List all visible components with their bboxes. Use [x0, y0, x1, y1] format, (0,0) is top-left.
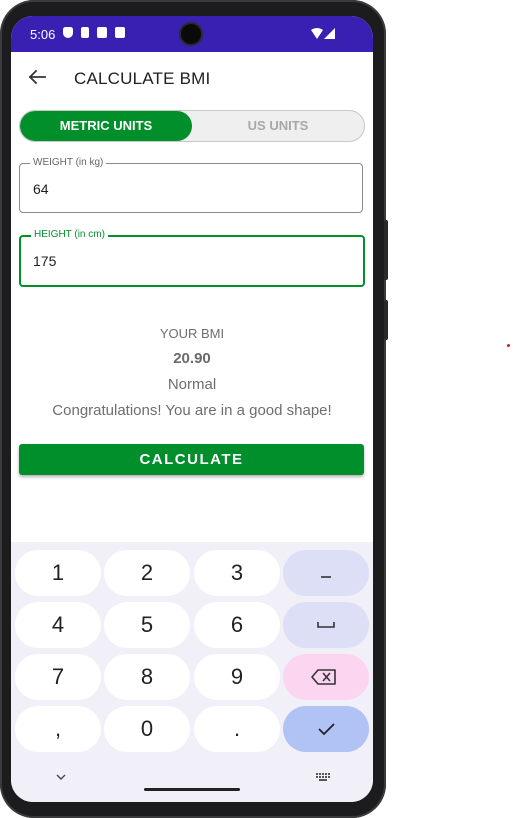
key-8[interactable]: 8: [104, 654, 190, 700]
minus-key[interactable]: [283, 550, 369, 596]
bmi-message: Congratulations! You are in a good shape…: [52, 402, 332, 419]
key-3[interactable]: 3: [194, 550, 280, 596]
us-units-tab[interactable]: US UNITS: [192, 111, 364, 141]
backspace-icon: [311, 669, 336, 685]
gesture-handle[interactable]: [144, 788, 240, 791]
space-icon: [317, 622, 335, 628]
key-5[interactable]: 5: [104, 602, 190, 648]
power-button: [384, 220, 388, 280]
chevron-down-icon[interactable]: [55, 773, 67, 781]
status-notification-icons: [63, 27, 125, 38]
front-camera: [181, 24, 201, 44]
red-dot-marker: [507, 344, 510, 347]
download-icon: [81, 27, 89, 38]
key-1[interactable]: 1: [15, 550, 101, 596]
volume-button: [384, 300, 388, 340]
space-key[interactable]: [283, 602, 369, 648]
metric-units-tab[interactable]: METRIC UNITS: [20, 111, 192, 141]
minus-icon: [321, 576, 331, 578]
keyboard-icon[interactable]: [315, 772, 331, 782]
key-7[interactable]: 7: [15, 654, 101, 700]
calculate-button[interactable]: CALCULATE: [19, 444, 364, 475]
done-key[interactable]: [283, 706, 369, 752]
weight-label: WEIGHT (in kg): [30, 157, 107, 169]
check-icon: [318, 723, 335, 736]
phone-frame: 5:06 CALCULATE BMI METRIC UNITS US UNITS: [0, 0, 388, 818]
numeric-keyboard: 1 2 3 4 5 6 7 8 9 , 0 .: [11, 542, 373, 802]
key-period[interactable]: .: [194, 706, 280, 752]
height-field[interactable]: HEIGHT (in cm) 175: [19, 229, 365, 287]
key-comma[interactable]: ,: [15, 706, 101, 752]
backspace-key[interactable]: [283, 654, 369, 700]
back-arrow-icon[interactable]: [26, 66, 48, 88]
bmi-heading: YOUR BMI: [159, 326, 225, 341]
units-toggle: METRIC UNITS US UNITS: [19, 110, 365, 142]
key-9[interactable]: 9: [194, 654, 280, 700]
sd-card-icon: [97, 27, 107, 38]
bmi-value: 20.90: [173, 350, 211, 367]
bmi-description: Normal: [167, 376, 217, 393]
weight-field[interactable]: WEIGHT (in kg) 64: [19, 157, 363, 213]
height-input-value[interactable]: 175: [33, 253, 56, 269]
status-time: 5:06: [30, 27, 56, 42]
status-bar: 5:06: [11, 16, 373, 52]
key-2[interactable]: 2: [104, 550, 190, 596]
key-6[interactable]: 6: [194, 602, 280, 648]
shield-icon: [63, 27, 73, 38]
key-0[interactable]: 0: [104, 706, 190, 752]
screen: 5:06 CALCULATE BMI METRIC UNITS US UNITS: [11, 16, 373, 802]
weight-input-value[interactable]: 64: [33, 181, 49, 197]
height-label: HEIGHT (in cm): [31, 229, 108, 241]
page-title: CALCULATE BMI: [74, 69, 211, 88]
wifi-signal-icon: [311, 28, 335, 39]
top-app-bar: CALCULATE BMI: [11, 52, 373, 104]
key-4[interactable]: 4: [15, 602, 101, 648]
app-notification-icon: [115, 27, 125, 38]
